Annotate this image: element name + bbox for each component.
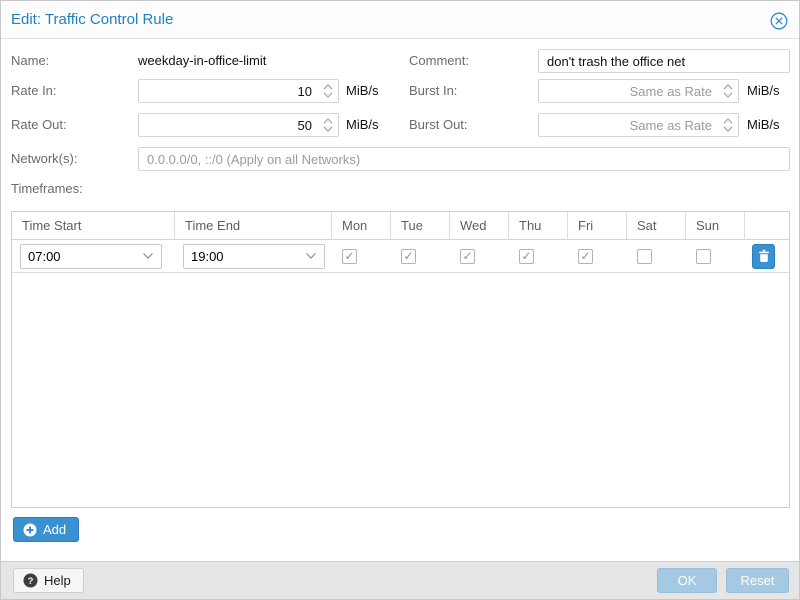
time-end-combobox[interactable]: 19:00 <box>183 244 325 269</box>
reset-button-label: Reset <box>741 573 775 588</box>
trash-icon <box>758 249 770 263</box>
rate-in-unit: MiB/s <box>346 79 379 103</box>
chevron-down-icon <box>142 252 154 260</box>
svg-text:?: ? <box>28 576 34 587</box>
rate-out-label: Rate Out: <box>11 113 67 137</box>
edit-traffic-control-rule-dialog: Edit: Traffic Control Rule Name: weekday… <box>0 0 800 600</box>
name-value: weekday-in-office-limit <box>138 49 266 73</box>
rate-out-unit: MiB/s <box>346 113 379 137</box>
sun-checkbox[interactable] <box>696 249 711 264</box>
close-icon[interactable] <box>770 12 788 30</box>
mon-checkbox[interactable] <box>342 249 357 264</box>
dialog-titlebar: Edit: Traffic Control Rule <box>1 1 799 39</box>
col-header-fri[interactable]: Fri <box>568 212 627 239</box>
timeframes-grid: Time Start Time End Mon Tue Wed Thu Fri … <box>11 211 790 508</box>
spinner-up-down-icon[interactable] <box>323 117 333 133</box>
col-header-time-end[interactable]: Time End <box>175 212 332 239</box>
sat-checkbox[interactable] <box>637 249 652 264</box>
question-circle-icon: ? <box>23 573 38 588</box>
wed-checkbox[interactable] <box>460 249 475 264</box>
tue-checkbox[interactable] <box>401 249 416 264</box>
spinner-up-down-icon[interactable] <box>723 117 733 133</box>
help-button[interactable]: ? Help <box>13 568 84 593</box>
burst-out-unit: MiB/s <box>747 113 780 137</box>
fri-checkbox[interactable] <box>578 249 593 264</box>
comment-input[interactable] <box>538 49 790 73</box>
rate-in-input[interactable] <box>138 79 339 103</box>
chevron-down-icon <box>305 252 317 260</box>
col-header-wed[interactable]: Wed <box>450 212 509 239</box>
burst-in-input[interactable] <box>538 79 739 103</box>
burst-out-input[interactable] <box>538 113 739 137</box>
col-header-time-start[interactable]: Time Start <box>12 212 175 239</box>
delete-row-button[interactable] <box>752 244 775 269</box>
add-button-label: Add <box>43 522 66 537</box>
burst-in-unit: MiB/s <box>747 79 780 103</box>
dialog-title: Edit: Traffic Control Rule <box>11 1 173 39</box>
col-header-tue[interactable]: Tue <box>391 212 450 239</box>
time-start-value: 07:00 <box>28 249 142 264</box>
grid-header-row: Time Start Time End Mon Tue Wed Thu Fri … <box>12 212 789 240</box>
comment-label: Comment: <box>409 49 469 73</box>
networks-label: Network(s): <box>11 147 77 171</box>
col-header-sun[interactable]: Sun <box>686 212 745 239</box>
plus-circle-icon <box>23 523 37 537</box>
time-start-combobox[interactable]: 07:00 <box>20 244 162 269</box>
add-button[interactable]: Add <box>13 517 79 542</box>
dialog-footer: ? Help OK Reset <box>1 561 799 599</box>
col-header-mon[interactable]: Mon <box>332 212 391 239</box>
spinner-up-down-icon[interactable] <box>723 83 733 99</box>
spinner-up-down-icon[interactable] <box>323 83 333 99</box>
reset-button[interactable]: Reset <box>726 568 789 593</box>
col-header-sat[interactable]: Sat <box>627 212 686 239</box>
timeframes-label: Timeframes: <box>11 177 83 201</box>
time-end-value: 19:00 <box>191 249 305 264</box>
burst-out-label: Burst Out: <box>409 113 468 137</box>
ok-button[interactable]: OK <box>657 568 717 593</box>
help-button-label: Help <box>44 573 71 588</box>
thu-checkbox[interactable] <box>519 249 534 264</box>
networks-input[interactable] <box>138 147 790 171</box>
timeframe-row: 07:00 19:00 <box>12 240 789 273</box>
rate-in-label: Rate In: <box>11 79 57 103</box>
col-header-thu[interactable]: Thu <box>509 212 568 239</box>
name-label: Name: <box>11 49 49 73</box>
ok-button-label: OK <box>678 573 697 588</box>
rate-out-input[interactable] <box>138 113 339 137</box>
col-header-actions <box>745 212 789 239</box>
burst-in-label: Burst In: <box>409 79 457 103</box>
